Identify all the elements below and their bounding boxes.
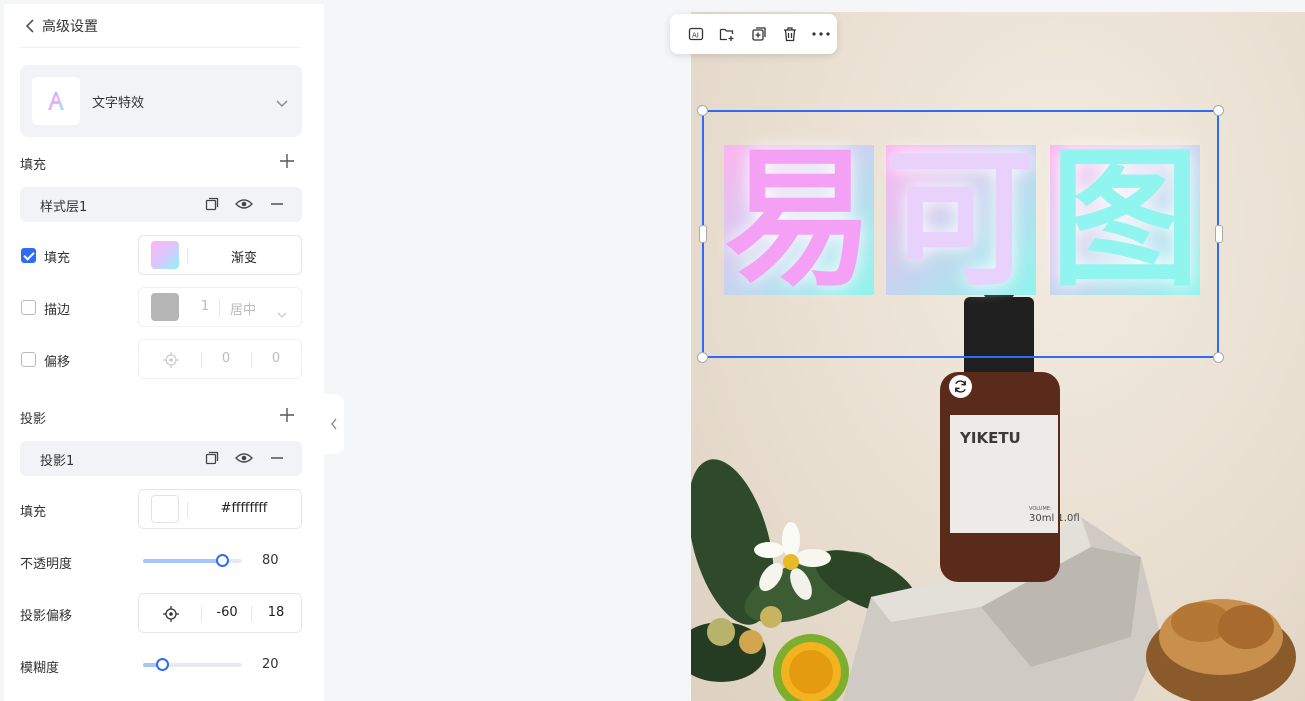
chevron-down-icon [276,93,288,112]
resize-handle-bottom-right[interactable] [1213,352,1224,363]
product-label-text: YIKETU [960,429,1021,447]
panel-header: 高级设置 [20,4,300,48]
shadow-color-swatch[interactable] [151,495,179,523]
offset-y-value[interactable]: 0 [259,351,293,366]
offset-x-value[interactable]: 0 [209,351,243,366]
shadow-color-value[interactable]: #ffffffff [199,501,289,516]
shadow-layer-row[interactable]: 投影1 [20,441,302,476]
stroke-width-value[interactable]: 1 [195,299,215,314]
text-effect-thumbnail [32,77,80,125]
settings-panel: 高级设置 文字特效 填充 样式层1 填充 渐变 描边 1 居中 偏移 0 0 投… [4,4,324,701]
add-shadow-plus-icon[interactable] [278,406,296,424]
style-layer-label: 样式层1 [40,200,88,215]
duplicate-layer-icon[interactable] [743,18,774,50]
resize-handle-right[interactable] [1215,225,1223,243]
chevron-left-icon [331,418,337,430]
shadow-fill-label: 填充 [20,505,47,520]
stroke-field[interactable]: 1 居中 [138,287,302,327]
fill-section-title: 填充 [20,158,47,173]
trash-icon[interactable] [774,18,805,50]
resize-handle-top-right[interactable] [1213,105,1224,116]
product-volume-text: 30ml 1.0fl [1029,513,1080,524]
blur-value: 20 [262,657,279,672]
back-chevron-icon[interactable] [20,16,40,36]
stroke-checkbox[interactable] [21,300,36,315]
rotate-icon [955,380,966,393]
product-volume-small-text: VOLUME: [1029,506,1052,512]
remove-minus-icon[interactable] [268,195,286,213]
shadow-offset-x-value[interactable]: -60 [209,605,245,620]
text-effect-icon [48,92,64,110]
collapse-panel-button[interactable] [324,394,344,454]
opacity-slider[interactable] [143,554,242,567]
white-flower-image [754,522,831,600]
resize-handle-left[interactable] [699,225,707,243]
selection-box[interactable] [702,110,1219,358]
stroke-label: 描边 [44,303,71,318]
shadow-fill-field[interactable]: #ffffffff [138,489,302,529]
shadow-layer-label: 投影1 [40,454,75,469]
remove-minus-icon[interactable] [268,449,286,467]
more-dots-icon[interactable] [806,18,837,50]
shadow-offset-field[interactable]: -60 18 [138,593,302,633]
shadow-section-title: 投影 [20,412,47,427]
svg-text:AI: AI [692,32,699,40]
fill-type-value: 渐变 [230,251,257,266]
opacity-slider-knob[interactable] [215,554,229,567]
chevron-down-icon [277,304,287,323]
app-window: 高级设置 文字特效 填充 样式层1 填充 渐变 描边 1 居中 偏移 0 0 投… [0,0,1305,701]
add-fill-plus-icon[interactable] [278,152,296,170]
style-layer-row[interactable]: 样式层1 [20,187,302,222]
walnut-image [1146,599,1296,701]
panel-title: 高级设置 [42,18,98,35]
shadow-offset-y-value[interactable]: 18 [259,605,293,620]
add-to-folder-icon[interactable] [711,18,742,50]
crosshair-icon [163,606,179,626]
rotate-handle[interactable] [949,375,972,398]
fill-checkbox[interactable] [21,248,36,263]
offset-label: 偏移 [44,355,71,370]
eye-icon[interactable] [235,449,253,467]
duplicate-icon[interactable] [203,449,221,467]
resize-handle-bottom-left[interactable] [697,352,708,363]
element-toolbar: AI [670,14,837,54]
text-effect-name: 文字特效 [92,95,145,111]
stroke-align-value[interactable]: 居中 [223,299,263,318]
duplicate-icon[interactable] [203,195,221,213]
stroke-color-swatch[interactable] [151,293,179,321]
fill-gradient-field[interactable]: 渐变 [138,235,302,275]
shadow-offset-label: 投影偏移 [20,609,73,624]
crosshair-icon [163,352,179,372]
blur-label: 模糊度 [20,661,60,676]
opacity-slider-fill [143,559,223,563]
offset-field[interactable]: 0 0 [138,339,302,379]
eye-icon[interactable] [235,195,253,213]
opacity-label: 不透明度 [20,557,73,572]
fill-label: 填充 [44,251,71,266]
blur-slider-knob[interactable] [156,658,170,671]
ai-icon[interactable]: AI [680,18,711,50]
resize-handle-top-left[interactable] [697,105,708,116]
opacity-value: 80 [262,553,279,568]
gradient-swatch[interactable] [151,241,179,269]
text-effect-selector[interactable]: 文字特效 [20,65,302,137]
blur-slider[interactable] [143,658,242,671]
offset-checkbox[interactable] [21,352,36,367]
